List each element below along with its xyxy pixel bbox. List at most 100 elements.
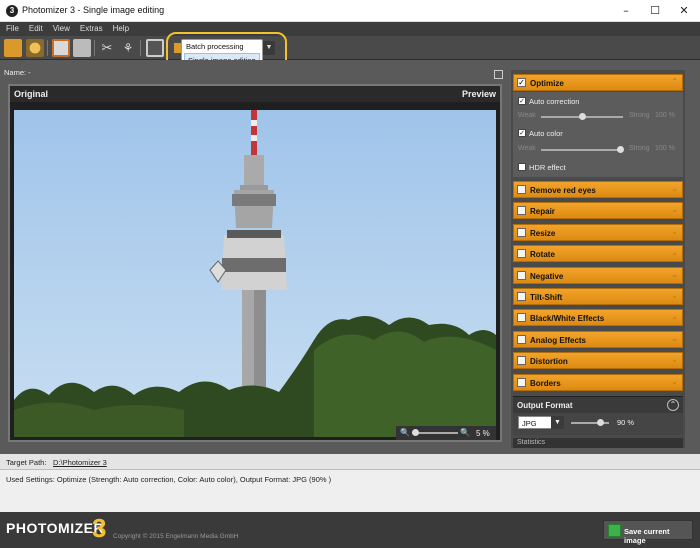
expand-icon[interactable]	[494, 70, 503, 79]
section-negative[interactable]: Negative ⌄	[513, 267, 683, 284]
optimize-checkbox[interactable]: ✓	[517, 78, 526, 87]
chevron-down-icon[interactable]: ⌄	[671, 312, 678, 321]
target-path-label: Target Path:	[6, 458, 47, 467]
section-label: Negative	[530, 272, 564, 281]
chevron-down-icon[interactable]: ▼	[551, 416, 564, 429]
section-remove-red-eyes[interactable]: Remove red eyes ⌄	[513, 181, 683, 198]
name-label: Name: -	[4, 68, 31, 77]
chevron-down-icon[interactable]: ⌄	[671, 355, 678, 364]
used-settings-panel: Used Settings: Optimize (Strength: Auto …	[0, 470, 700, 512]
used-settings-text: Used Settings: Optimize (Strength: Auto …	[6, 475, 332, 484]
close-button[interactable]: ✕	[670, 3, 698, 19]
chevron-up-icon[interactable]: ⌃	[671, 77, 678, 86]
menu-help[interactable]: Help	[107, 22, 133, 33]
section-repair[interactable]: Repair ⌄	[513, 202, 683, 219]
zoom-slider-knob[interactable]	[412, 429, 419, 436]
toolbar: ✂ ⚘	[0, 36, 700, 60]
section-checkbox[interactable]	[517, 378, 526, 387]
chevron-down-icon[interactable]: ⌄	[671, 377, 678, 386]
app-logo: PHOTOMIZER	[6, 520, 105, 536]
section-label: Black/White Effects	[530, 314, 605, 323]
section-statistics[interactable]: Statistics	[513, 438, 683, 448]
strong-label: Strong	[629, 145, 650, 152]
section-checkbox[interactable]	[517, 228, 526, 237]
webcam-icon[interactable]	[26, 39, 44, 57]
section-checkbox[interactable]	[517, 292, 526, 301]
section-label: Rotate	[530, 250, 555, 259]
original-label: Original	[14, 89, 49, 99]
chevron-down-icon[interactable]: ⌄	[671, 184, 678, 193]
section-checkbox[interactable]	[517, 249, 526, 258]
section-black-white-effects[interactable]: Black/White Effects ⌄	[513, 309, 683, 326]
hdr-effect-label: HDR effect	[529, 163, 566, 172]
chevron-down-icon[interactable]: ⌄	[671, 248, 678, 257]
section-label: Repair	[530, 207, 555, 216]
chevron-down-icon[interactable]: ⌄	[671, 270, 678, 279]
zoom-bar: 🔍 🔍 5 %	[396, 426, 496, 440]
maximize-button[interactable]: ☐	[641, 3, 669, 19]
weak-label: Weak	[518, 112, 536, 119]
menu-edit[interactable]: Edit	[23, 22, 47, 33]
section-checkbox[interactable]	[517, 313, 526, 322]
preview-label: Preview	[461, 89, 496, 99]
window-title: Photomizer 3 - Single image editing	[22, 5, 165, 15]
optimize-body: ✓ Auto correction Weak Strong 100 % ✓ Au…	[513, 92, 683, 177]
toolbar-divider	[140, 40, 141, 56]
menu-file[interactable]: File	[0, 22, 23, 33]
section-label: Analog Effects	[530, 336, 587, 345]
print-icon[interactable]	[73, 39, 91, 57]
minimize-button[interactable]: –	[612, 3, 640, 19]
auto-correction-value: 100 %	[655, 112, 675, 119]
auto-color-checkbox[interactable]: ✓	[518, 129, 526, 137]
menu-view[interactable]: View	[47, 22, 74, 33]
section-borders[interactable]: Borders ⌄	[513, 374, 683, 391]
open-image-icon[interactable]	[4, 39, 22, 57]
weak-label: Weak	[518, 145, 536, 152]
section-optimize[interactable]: ✓ Optimize ⌃	[513, 74, 683, 91]
auto-correction-knob[interactable]	[579, 113, 586, 120]
section-label: Borders	[530, 379, 561, 388]
section-label: Remove red eyes	[530, 186, 596, 195]
target-path-link[interactable]: D:\Photomizer 3	[53, 458, 107, 467]
section-checkbox[interactable]	[517, 185, 526, 194]
section-label: Tilt-Shift	[530, 293, 563, 302]
section-checkbox[interactable]	[517, 271, 526, 280]
chevron-down-icon[interactable]: ⌄	[671, 334, 678, 343]
app-logo-number: 3	[92, 513, 107, 543]
auto-color-knob[interactable]	[617, 146, 624, 153]
section-analog-effects[interactable]: Analog Effects ⌄	[513, 331, 683, 348]
cut-icon[interactable]: ✂	[98, 39, 116, 57]
chevron-down-icon[interactable]: ⌄	[671, 205, 678, 214]
section-tilt-shift[interactable]: Tilt-Shift ⌄	[513, 288, 683, 305]
statistics-label: Statistics	[517, 439, 546, 446]
effects-icon[interactable]: ⚘	[119, 39, 137, 57]
auto-color-slider[interactable]	[541, 149, 623, 151]
hdr-effect-checkbox[interactable]	[518, 163, 526, 171]
auto-correction-checkbox[interactable]: ✓	[518, 97, 526, 105]
auto-correction-label: Auto correction	[529, 97, 580, 106]
chevron-down-icon[interactable]: ⌄	[671, 291, 678, 300]
chevron-up-icon[interactable]: ⌃	[667, 399, 679, 411]
section-rotate[interactable]: Rotate ⌄	[513, 245, 683, 262]
chevron-down-icon[interactable]: ⌄	[671, 227, 678, 236]
zoom-in-icon[interactable]: 🔍	[460, 428, 470, 437]
section-checkbox[interactable]	[517, 356, 526, 365]
save-icon	[608, 524, 621, 537]
app-icon: 3	[6, 5, 18, 17]
view-window-icon[interactable]	[146, 39, 164, 57]
output-format-header[interactable]: Output Format ⌃	[513, 396, 683, 413]
section-checkbox[interactable]	[517, 335, 526, 344]
photo-preview	[14, 110, 496, 437]
copyright-text: Copyright © 2015 Engelmann Media GmbH	[113, 533, 239, 540]
optimize-label: Optimize	[530, 79, 564, 88]
zoom-out-icon[interactable]: 🔍	[400, 428, 410, 437]
section-distortion[interactable]: Distortion ⌄	[513, 352, 683, 369]
menu-extras[interactable]: Extras	[74, 22, 107, 33]
document-icon[interactable]	[52, 39, 70, 57]
section-label: Distortion	[530, 357, 568, 366]
section-label: Resize	[530, 229, 556, 238]
quality-knob[interactable]	[597, 419, 604, 426]
save-current-image-button[interactable]: Save current image	[603, 520, 693, 545]
section-resize[interactable]: Resize ⌄	[513, 224, 683, 241]
section-checkbox[interactable]	[517, 206, 526, 215]
